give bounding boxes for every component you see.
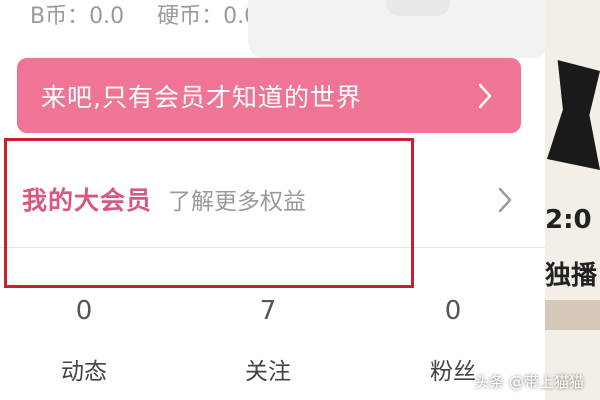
stat-label: 关注 <box>245 359 291 385</box>
card-decoration <box>386 0 450 16</box>
watermark: 头条 @带上猫猫 <box>474 373 584 391</box>
background-video-preview: 2:0 独播 <box>545 0 600 400</box>
stat-following[interactable]: 7 关注 <box>208 296 328 386</box>
top-card[interactable] <box>248 0 545 58</box>
chevron-right-icon <box>498 187 512 213</box>
preview-caption: 独播 <box>545 261 598 291</box>
chevron-right-icon <box>478 83 492 109</box>
profile-panel: B币：0.0 硬币：0.0 来吧,只有会员才知道的世界 我的大会员 了解更多权益… <box>0 0 545 400</box>
stat-dynamics[interactable]: 0 动态 <box>24 296 144 386</box>
stat-value: 0 <box>444 296 462 326</box>
highlight-annotation <box>4 138 414 288</box>
vip-promo-banner[interactable]: 来吧,只有会员才知道的世界 <box>17 58 521 133</box>
bcoin-balance: B币：0.0 <box>30 4 125 29</box>
coin-balance: 硬币：0.0 <box>157 4 259 29</box>
preview-band <box>545 300 600 330</box>
vip-promo-text: 来吧,只有会员才知道的世界 <box>41 82 362 112</box>
stat-label: 动态 <box>61 359 107 385</box>
stat-value: 0 <box>75 296 93 326</box>
calligraphy-art <box>547 60 600 170</box>
stat-value: 7 <box>259 296 277 326</box>
wallet-row: B币：0.0 硬币：0.0 <box>30 0 284 30</box>
preview-time-text: 2:0 <box>545 205 592 235</box>
